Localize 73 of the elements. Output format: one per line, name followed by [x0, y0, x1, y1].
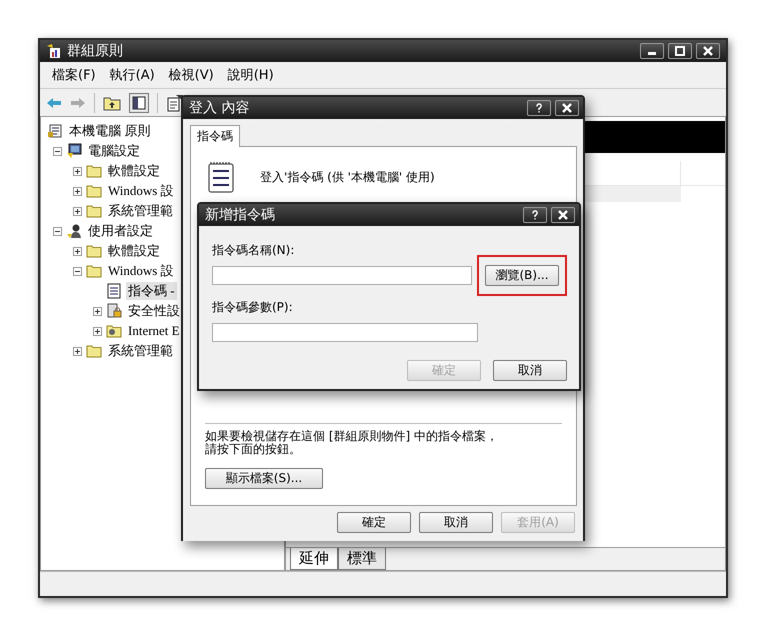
tree-item[interactable]: Windows 設	[106, 262, 176, 280]
policy-icon	[47, 123, 63, 139]
input-field[interactable]	[212, 266, 472, 284]
window-title: 群組原則	[67, 42, 123, 60]
tree-item[interactable]: 安全性設	[126, 302, 182, 320]
up-folder-icon[interactable]	[103, 94, 121, 110]
back-arrow-icon[interactable]	[46, 96, 62, 108]
menu-item[interactable]: 執行(A)	[110, 66, 155, 84]
close-icon	[703, 46, 713, 56]
tab[interactable]: 指令碼	[190, 125, 240, 147]
tree-toggle-icon[interactable]	[129, 92, 149, 112]
tree-item[interactable]: 電腦設定	[86, 142, 142, 160]
expander-icon[interactable]	[93, 326, 102, 336]
help-icon	[534, 103, 544, 113]
expander-icon[interactable]	[73, 246, 82, 256]
help-button[interactable]	[523, 207, 547, 223]
menu-item[interactable]: 檔案(F)	[52, 66, 96, 84]
browse-button[interactable]: 瀏覽(B)...	[485, 264, 559, 286]
tab[interactable]: 延伸	[290, 548, 338, 570]
help-button[interactable]	[527, 100, 551, 116]
folder-icon	[86, 244, 102, 258]
instruction-text: 如果要檢視儲存在這個 [群組原則物件] 中的指令檔案，	[205, 430, 498, 443]
help-icon	[530, 210, 540, 220]
policy-icon	[46, 43, 62, 59]
menu-item[interactable]: 說明(H)	[228, 66, 274, 84]
field-label: 指令碼名稱(N):	[212, 242, 296, 259]
expander-icon[interactable]	[73, 166, 82, 176]
close-button[interactable]	[551, 207, 575, 223]
dialog-button[interactable]: 取消	[419, 512, 493, 533]
script-icon	[208, 161, 234, 193]
folder-icon	[86, 204, 102, 218]
tree-item[interactable]: Internet E	[126, 323, 182, 339]
tree-item[interactable]: 系統管理範	[106, 202, 175, 220]
lock-icon	[106, 303, 122, 319]
input-field[interactable]	[212, 322, 478, 342]
folder-icon	[86, 164, 102, 178]
tree-item[interactable]: 軟體設定	[106, 242, 162, 260]
show-files-button[interactable]: 顯示檔案(S)...	[205, 468, 323, 489]
tree-item[interactable]: 系統管理範	[106, 342, 175, 360]
maximize-button[interactable]	[668, 43, 692, 59]
expander-icon[interactable]	[73, 186, 82, 196]
minimize-button[interactable]	[640, 43, 664, 59]
expander-icon[interactable]	[93, 306, 102, 316]
tree-item[interactable]: 本機電腦 原則	[67, 122, 152, 140]
dialog-title: 新增指令碼	[205, 206, 275, 224]
expander-icon[interactable]	[73, 206, 82, 216]
dialog-button[interactable]: 取消	[493, 360, 567, 381]
expander-icon[interactable]	[73, 266, 82, 276]
dialog-button[interactable]: 確定	[337, 512, 411, 533]
tree-item[interactable]: 軟體設定	[106, 162, 162, 180]
maximize-icon	[675, 46, 685, 56]
field-label: 指令碼參數(P):	[212, 299, 294, 316]
close-icon	[562, 103, 572, 113]
instruction-text: 請按下面的按鈕。	[205, 443, 301, 456]
computer-icon	[66, 143, 82, 159]
expander-icon[interactable]	[73, 346, 82, 356]
folder-icon	[86, 184, 102, 198]
dialog-title: 登入 內容	[189, 99, 250, 117]
close-button[interactable]	[555, 100, 579, 116]
folder-icon	[86, 264, 102, 278]
script-heading: 登入'指令碼 (供 '本機電腦' 使用)	[260, 168, 435, 186]
menu-item[interactable]: 檢視(V)	[168, 66, 214, 84]
expander-icon[interactable]	[53, 146, 62, 156]
tree-item[interactable]: 使用者設定	[86, 222, 155, 240]
expander-icon[interactable]	[53, 226, 62, 236]
user-icon	[66, 223, 82, 239]
close-button[interactable]	[696, 43, 720, 59]
tree-item[interactable]: 指令碼 -	[126, 282, 177, 300]
script-icon	[106, 283, 122, 299]
close-icon	[558, 210, 568, 220]
folder-icon	[86, 344, 102, 358]
tree-item[interactable]: Windows 設	[106, 182, 176, 200]
tab[interactable]: 標準	[338, 548, 386, 570]
